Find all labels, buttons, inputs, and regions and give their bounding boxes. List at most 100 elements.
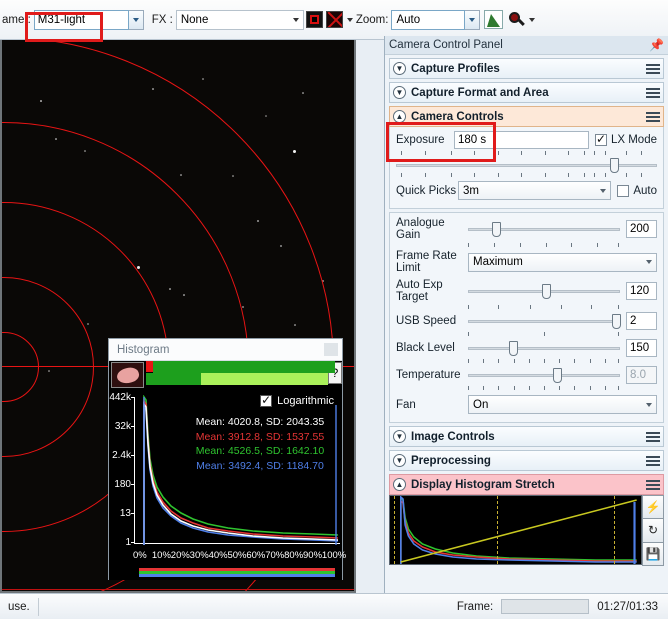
section-preprocessing[interactable]: ▼ Preprocessing bbox=[389, 450, 664, 471]
histogram-x-axis: 0% 10% 20% 30% 40% 50% 60% 70% 80% 90% 1… bbox=[133, 550, 346, 561]
auto-exp-target-slider[interactable] bbox=[468, 283, 620, 299]
analogue-gain-slider[interactable] bbox=[468, 221, 620, 237]
menu-icon[interactable] bbox=[646, 454, 660, 468]
status-message: use. bbox=[8, 600, 30, 613]
exposure-ticks-bottom bbox=[396, 173, 657, 179]
usb-speed-row: USB Speed 2 bbox=[396, 312, 657, 330]
stretch-histogram-plot[interactable] bbox=[389, 495, 642, 565]
frame-rate-limit-select[interactable]: Maximum bbox=[468, 252, 657, 272]
section-capture-profiles[interactable]: ▼ Capture Profiles bbox=[389, 58, 664, 79]
auto-exp-target-ticks bbox=[468, 305, 620, 311]
fx-combo[interactable]: None bbox=[175, 9, 304, 30]
save-icon[interactable]: 💾 bbox=[642, 541, 664, 566]
analogue-gain-row: Analogue Gain 200 bbox=[396, 217, 657, 241]
x-tick: 60% bbox=[246, 550, 266, 561]
menu-icon[interactable] bbox=[646, 430, 660, 444]
frame-rate-limit-row: Frame Rate Limit Maximum bbox=[396, 250, 657, 274]
x-tick: 80% bbox=[284, 550, 304, 561]
lx-mode-checkbox[interactable] bbox=[594, 132, 607, 146]
analogue-gain-ticks bbox=[468, 243, 620, 249]
name-input[interactable] bbox=[33, 9, 129, 30]
chevron-down-icon[interactable] bbox=[529, 17, 536, 22]
analogue-gain-label: Analogue Gain bbox=[396, 217, 445, 241]
record-square-icon[interactable] bbox=[305, 11, 323, 28]
y-tick: 180 bbox=[114, 479, 131, 490]
no-capture-icon[interactable] bbox=[325, 11, 343, 28]
section-camera-controls[interactable]: ▲ Camera Controls bbox=[389, 106, 664, 127]
quick-picks-value: 3m bbox=[463, 184, 479, 197]
panel-titlebar: Camera Control Panel 📌 bbox=[385, 36, 668, 55]
quick-picks-auto-checkbox[interactable] bbox=[617, 184, 630, 197]
fx-label: FX : bbox=[151, 13, 173, 26]
black-level-label: Black Level bbox=[396, 342, 455, 354]
frame-rate-limit-value: Maximum bbox=[473, 256, 523, 268]
pin-icon[interactable]: 📌 bbox=[649, 38, 664, 52]
histogram-plot: Logarithmic Mean: 4020.8, SD: 2043.35 Me… bbox=[109, 389, 346, 580]
quick-picks-auto-label: Auto bbox=[633, 184, 657, 197]
menu-icon[interactable] bbox=[646, 478, 660, 492]
temperature-slider[interactable] bbox=[468, 367, 620, 383]
channel-legend-bars bbox=[139, 568, 335, 577]
channel-bars bbox=[146, 361, 335, 389]
chevron-down-icon[interactable] bbox=[346, 17, 353, 22]
frame-rate-limit-label: Frame Rate Limit bbox=[396, 250, 457, 274]
temperature-value: 8.0 bbox=[626, 366, 657, 384]
exposure-label: Exposure bbox=[396, 134, 445, 146]
quick-picks-row: Quick Picks 3m Auto bbox=[396, 181, 657, 200]
auto-exp-target-row: Auto Exp Target 120 bbox=[396, 279, 657, 303]
usb-speed-value[interactable]: 2 bbox=[626, 312, 657, 330]
histogram-curves bbox=[143, 395, 339, 545]
usb-speed-ticks bbox=[468, 332, 620, 338]
analogue-gain-value[interactable]: 200 bbox=[626, 220, 657, 238]
frame-progress-bar bbox=[501, 599, 590, 614]
histogram-close-icon[interactable] bbox=[324, 343, 338, 356]
x-tick: 70% bbox=[265, 550, 285, 561]
menu-icon[interactable] bbox=[646, 86, 660, 100]
section-capture-format-and-area[interactable]: ▼ Capture Format and Area bbox=[389, 82, 664, 103]
menu-icon[interactable] bbox=[646, 110, 660, 124]
magnifier-icon[interactable] bbox=[509, 11, 526, 28]
chevron-down-icon bbox=[600, 188, 607, 193]
menu-icon[interactable] bbox=[646, 62, 660, 76]
zoom-dropdown-arrow[interactable] bbox=[465, 9, 481, 30]
lx-mode-label: LX Mode bbox=[610, 134, 657, 146]
zoom-combo[interactable]: Auto bbox=[391, 9, 466, 30]
black-level-slider[interactable] bbox=[468, 340, 620, 356]
auto-stretch-icon[interactable]: ⚡ bbox=[642, 495, 664, 520]
x-tick: 30% bbox=[189, 550, 209, 561]
chevron-down-icon bbox=[292, 17, 299, 22]
camera-control-panel: Camera Control Panel 📌 ▼ Capture Profile… bbox=[384, 36, 668, 593]
section-image-controls[interactable]: ▼ Image Controls bbox=[389, 426, 664, 447]
chevron-down-icon bbox=[646, 402, 652, 407]
reset-icon[interactable]: ↻ bbox=[642, 518, 664, 543]
fan-row: Fan On bbox=[396, 395, 657, 414]
exposure-slider[interactable] bbox=[396, 157, 657, 173]
section-display-histogram-stretch[interactable]: ▲ Display Histogram Stretch bbox=[389, 474, 664, 495]
image-thumbnail[interactable] bbox=[111, 362, 144, 388]
section-label: Preprocessing bbox=[411, 454, 491, 467]
quick-picks-label: Quick Picks bbox=[396, 184, 457, 197]
y-tick: 442k bbox=[109, 392, 131, 403]
histogram-icon[interactable] bbox=[484, 10, 504, 29]
zoom-value: Auto bbox=[396, 13, 421, 26]
fan-select[interactable]: On bbox=[468, 395, 657, 414]
chevron-up-icon: ▲ bbox=[393, 110, 406, 123]
quick-picks-select[interactable]: 3m bbox=[458, 181, 612, 200]
x-tick: 20% bbox=[170, 550, 190, 561]
black-level-value[interactable]: 150 bbox=[626, 339, 657, 357]
usb-speed-slider[interactable] bbox=[468, 313, 622, 329]
section-label: Display Histogram Stretch bbox=[411, 478, 555, 491]
camera-controls-body: Exposure 180 s LX Mode Quick Pi bbox=[389, 127, 664, 209]
auto-exp-target-label: Auto Exp Target bbox=[396, 279, 443, 303]
histogram-titlebar[interactable]: Histogram bbox=[109, 339, 342, 361]
section-label: Camera Controls bbox=[411, 110, 504, 123]
panel-title: Camera Control Panel bbox=[389, 39, 503, 51]
histogram-window[interactable]: Histogram ? Logarithmic Mean: 4020.8, SD… bbox=[108, 338, 346, 580]
exposure-row: Exposure 180 s LX Mode bbox=[396, 131, 657, 149]
x-tick: 0% bbox=[133, 550, 147, 561]
exposure-input[interactable]: 180 s bbox=[454, 131, 589, 149]
fx-value: None bbox=[180, 13, 209, 26]
auto-exp-target-value[interactable]: 120 bbox=[626, 282, 657, 300]
name-dropdown-arrow[interactable] bbox=[128, 9, 144, 30]
image-bottom-marker bbox=[2, 589, 354, 591]
